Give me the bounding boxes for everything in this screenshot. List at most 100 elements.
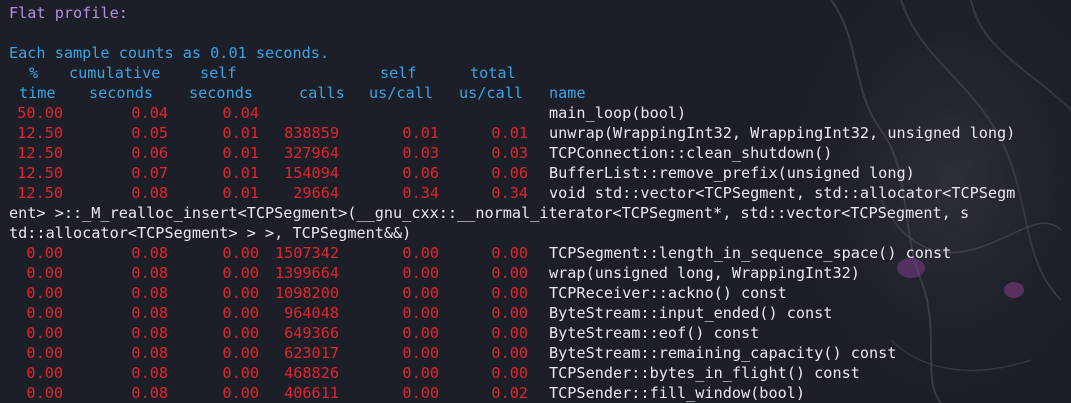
header-name: name bbox=[549, 84, 586, 102]
row-time: 0.00 bbox=[26, 284, 63, 302]
row-selfcall: 0.00 bbox=[402, 384, 439, 402]
row-selfcall: 0.00 bbox=[402, 244, 439, 262]
row-totalcall: 0.00 bbox=[491, 324, 528, 342]
row-cum: 0.08 bbox=[131, 244, 168, 262]
profile-row: 12.50 0.07 0.01 154094 0.06 0.06 BufferList::r… bbox=[9, 163, 1071, 183]
row-function-name: ByteStream::remaining_capacity() const bbox=[549, 344, 897, 362]
row-totalcall: 0.00 bbox=[491, 304, 528, 322]
row-selfcall: 0.00 bbox=[402, 264, 439, 282]
row-totalcall: 0.00 bbox=[491, 364, 528, 382]
row-selfcall: 0.00 bbox=[402, 344, 439, 362]
row-selfcall: 0.03 bbox=[402, 144, 439, 162]
row-selfcall: 0.00 bbox=[402, 284, 439, 302]
row-cum: 0.08 bbox=[131, 324, 168, 342]
row-function-name: TCPConnection::clean_shutdown() bbox=[549, 144, 833, 162]
row-totalcall: 0.00 bbox=[491, 244, 528, 262]
row-time: 12.50 bbox=[17, 144, 63, 162]
row-totalcall: 0.34 bbox=[491, 184, 528, 202]
row-time: 0.00 bbox=[26, 344, 63, 362]
row-self: 0.01 bbox=[222, 184, 259, 202]
row-totalcall: 0.06 bbox=[491, 164, 528, 182]
row-cum: 0.08 bbox=[131, 284, 168, 302]
terminal-output: Flat profile: Each sample counts as 0.01… bbox=[0, 0, 1071, 403]
row-calls: 406611 bbox=[284, 384, 339, 402]
row-function-name: main_loop(bool) bbox=[549, 104, 687, 122]
row-time: 0.00 bbox=[26, 364, 63, 382]
profile-row: 12.50 0.08 0.01 29664 0.34 0.34 void std::vect… bbox=[9, 183, 1071, 203]
row-cum: 0.08 bbox=[131, 364, 168, 382]
row-function-name: TCPSender::fill_window(bool) bbox=[549, 384, 806, 402]
row-cum: 0.08 bbox=[131, 264, 168, 282]
row-calls: 154094 bbox=[284, 164, 339, 182]
row-self: 0.00 bbox=[222, 324, 259, 342]
profile-row: 0.00 0.08 0.00 1507342 0.00 0.00 TCPSegment::l… bbox=[9, 243, 1071, 263]
row-calls: 964048 bbox=[284, 304, 339, 322]
header-self-call: self bbox=[380, 64, 417, 82]
row-calls: 29664 bbox=[293, 184, 339, 202]
row-totalcall: 0.01 bbox=[491, 124, 528, 142]
wrapped-name-line: td::allocator<TCPSegment> > >, TCPSegmen… bbox=[9, 224, 412, 242]
row-time: 0.00 bbox=[26, 324, 63, 342]
row-time: 12.50 bbox=[17, 184, 63, 202]
profile-row: 0.00 0.08 0.00 964048 0.00 0.00 ByteStream::in… bbox=[9, 303, 1071, 323]
row-calls: 468826 bbox=[284, 364, 339, 382]
profile-row: 0.00 0.08 0.00 468826 0.00 0.00 TCPSender::byt… bbox=[9, 363, 1071, 383]
row-cum: 0.04 bbox=[131, 104, 168, 122]
row-self: 0.01 bbox=[222, 164, 259, 182]
wrapped-name-line: ent> >::_M_realloc_insert<TCPSegment>(__… bbox=[9, 204, 970, 222]
row-time: 0.00 bbox=[26, 384, 63, 402]
row-cum: 0.06 bbox=[131, 144, 168, 162]
row-time: 0.00 bbox=[26, 244, 63, 262]
row-selfcall: 0.34 bbox=[402, 184, 439, 202]
row-time: 0.00 bbox=[26, 304, 63, 322]
row-cum: 0.05 bbox=[131, 124, 168, 142]
row-self: 0.00 bbox=[222, 384, 259, 402]
row-selfcall: 0.00 bbox=[402, 364, 439, 382]
row-cum: 0.08 bbox=[131, 344, 168, 362]
profile-row: 12.50 0.06 0.01 327964 0.03 0.03 TCPConnection… bbox=[9, 143, 1071, 163]
row-cum: 0.07 bbox=[131, 164, 168, 182]
row-function-name: TCPSender::bytes_in_flight() const bbox=[549, 364, 860, 382]
row-self: 0.00 bbox=[222, 304, 259, 322]
row-selfcall: 0.00 bbox=[402, 324, 439, 342]
row-self: 0.00 bbox=[222, 264, 259, 282]
header-seconds: seconds bbox=[89, 84, 154, 102]
row-function-name: wrap(unsigned long, WrappingInt32) bbox=[549, 264, 860, 282]
row-selfcall: 0.06 bbox=[402, 164, 439, 182]
header-total: total bbox=[470, 64, 516, 82]
row-time: 50.00 bbox=[17, 104, 63, 122]
row-cum: 0.08 bbox=[131, 304, 168, 322]
header-time: time bbox=[19, 84, 56, 102]
row-self: 0.00 bbox=[222, 344, 259, 362]
row-totalcall: 0.00 bbox=[491, 264, 528, 282]
row-function-name: void std::vector<TCPSegment, std::alloca… bbox=[549, 184, 1016, 202]
row-calls: 1507342 bbox=[274, 244, 339, 262]
row-totalcall: 0.03 bbox=[491, 144, 528, 162]
header-row-2: time seconds seconds calls us/call us/ca… bbox=[9, 83, 1071, 103]
row-totalcall: 0.00 bbox=[491, 284, 528, 302]
header-row-1: % cumulative self self total bbox=[9, 63, 1071, 83]
header-percent: % bbox=[29, 64, 39, 82]
row-function-name: ByteStream::eof() const bbox=[549, 324, 760, 342]
row-calls: 649366 bbox=[284, 324, 339, 342]
row-self: 0.00 bbox=[222, 284, 259, 302]
row-totalcall: 0.02 bbox=[491, 384, 528, 402]
row-calls: 1098200 bbox=[274, 284, 339, 302]
row-cum: 0.08 bbox=[131, 184, 168, 202]
row-calls: 327964 bbox=[284, 144, 339, 162]
sample-info-line: Each sample counts as 0.01 seconds. bbox=[9, 44, 330, 62]
row-self: 0.04 bbox=[222, 104, 259, 122]
row-selfcall: 0.00 bbox=[402, 304, 439, 322]
row-self: 0.00 bbox=[222, 244, 259, 262]
header-self-seconds: seconds bbox=[189, 84, 254, 102]
row-self: 0.00 bbox=[222, 364, 259, 382]
profile-row: 0.00 0.08 0.00 623017 0.00 0.00 ByteStream::re… bbox=[9, 343, 1071, 363]
row-self: 0.01 bbox=[222, 124, 259, 142]
profile-row: 12.50 0.05 0.01 838859 0.01 0.01 unwrap(Wrappi… bbox=[9, 123, 1071, 143]
row-function-name: TCPSegment::length_in_sequence_space() c… bbox=[549, 244, 952, 262]
row-time: 12.50 bbox=[17, 164, 63, 182]
profile-row: 0.00 0.08 0.00 649366 0.00 0.00 ByteStream::eo… bbox=[9, 323, 1071, 343]
row-function-name: TCPReceiver::ackno() const bbox=[549, 284, 787, 302]
profile-row: 50.00 0.04 0.04 main_loop(bool) bbox=[9, 103, 1071, 123]
profile-row: 0.00 0.08 0.00 1098200 0.00 0.00 TCPReceiver::… bbox=[9, 283, 1071, 303]
